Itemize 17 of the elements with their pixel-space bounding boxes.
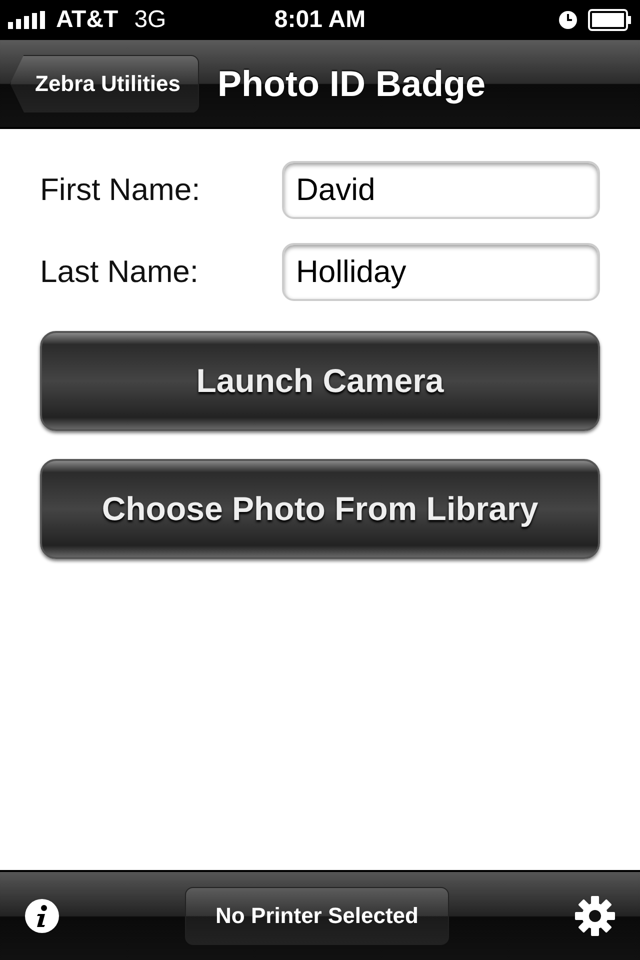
- network-type: 3G: [134, 6, 166, 34]
- back-button[interactable]: Zebra Utilities: [10, 54, 200, 112]
- carrier-name: AT&T: [56, 6, 118, 34]
- field-label: Last Name:: [40, 254, 199, 290]
- nav-title: Photo ID Badge: [217, 62, 486, 104]
- action-button[interactable]: Choose Photo From Library: [40, 459, 600, 559]
- info-icon[interactable]: [24, 898, 60, 934]
- battery-icon: [588, 9, 632, 31]
- printer-button[interactable]: No Printer Selected: [185, 887, 449, 945]
- clock-icon: [558, 10, 578, 30]
- status-time: 8:01 AM: [274, 6, 366, 34]
- field-label: First Name:: [40, 172, 200, 208]
- signal-icon: [8, 11, 46, 29]
- input-field[interactable]: Holliday: [282, 243, 600, 301]
- input-field[interactable]: David: [282, 161, 600, 219]
- action-button[interactable]: Launch Camera: [40, 331, 600, 431]
- settings-icon[interactable]: [574, 895, 616, 937]
